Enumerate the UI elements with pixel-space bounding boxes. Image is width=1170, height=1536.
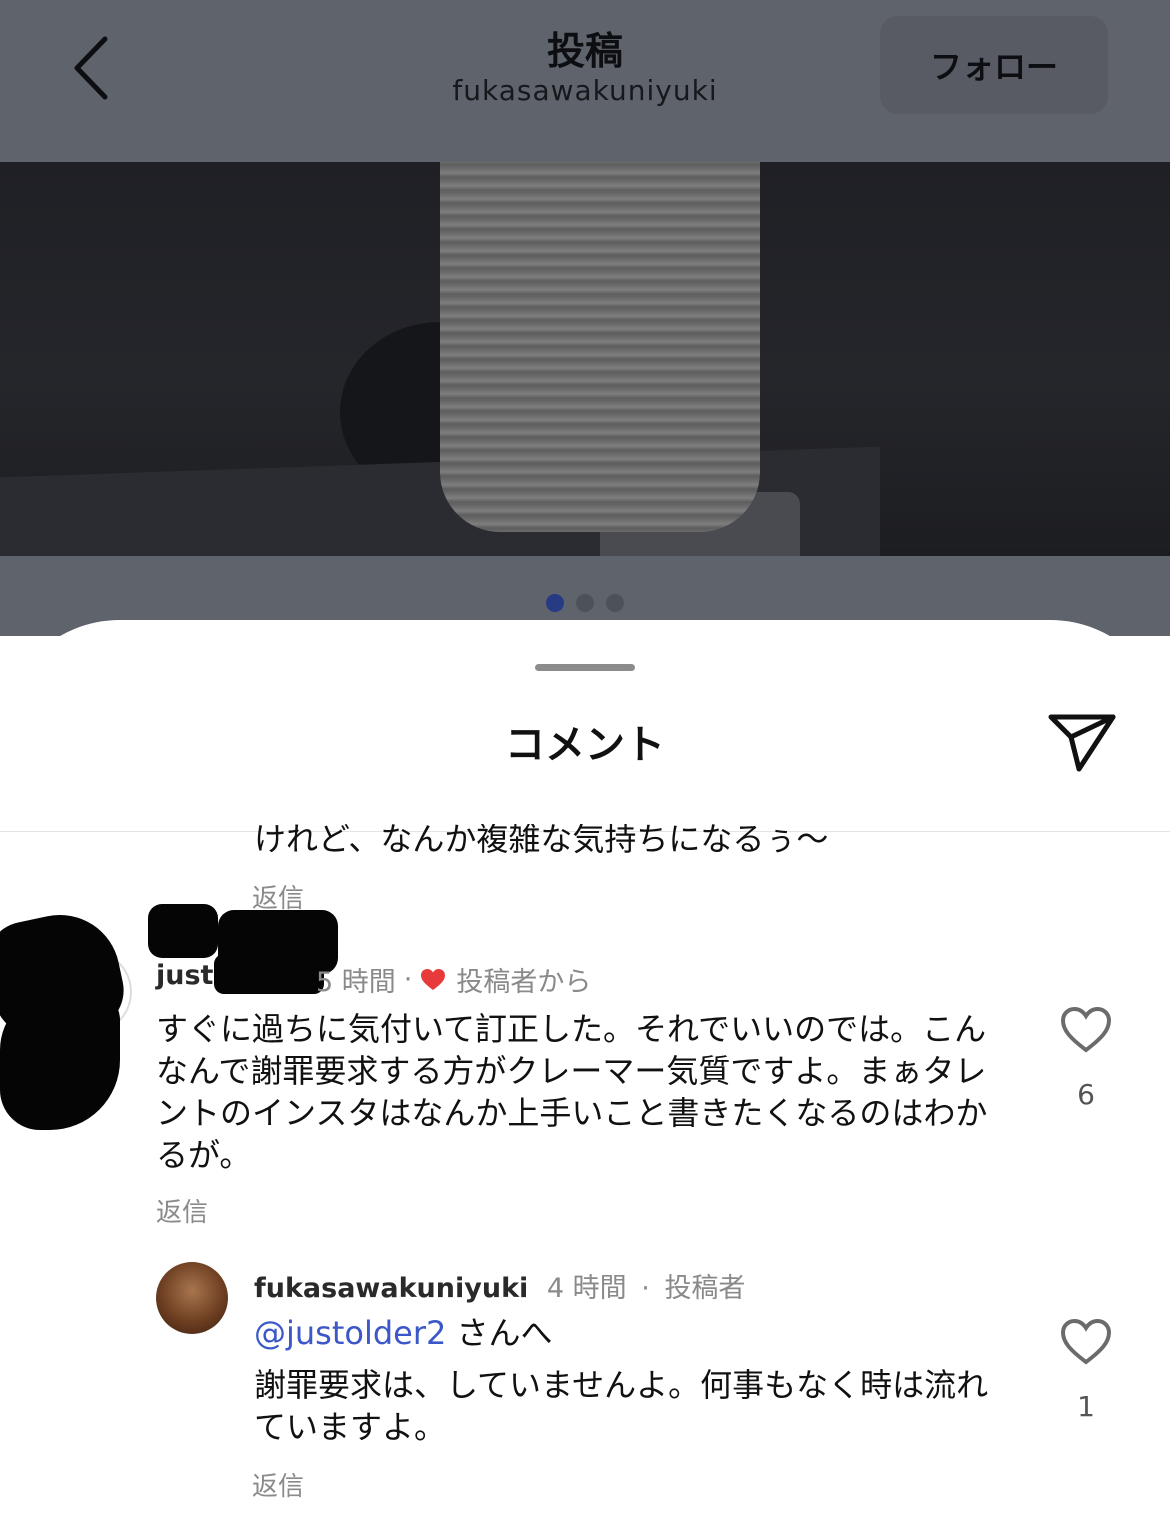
follow-button[interactable]: フォロー [880,16,1108,114]
comment-meta-right: 5 時間 · 投稿者から [316,960,591,999]
comment-meta: fukasawakuniyuki 4 時間 · 投稿者 [254,1266,745,1305]
carousel-dot [546,594,564,612]
sheet-grabber[interactable] [535,664,635,671]
post-header: 投稿 fukasawakuniyuki フォロー [0,0,1170,162]
heart-outline-icon [1060,1006,1112,1053]
like-count: 6 [1077,1078,1095,1111]
liked-by-author-label: 投稿者から [456,967,592,998]
like-button[interactable] [1056,1312,1116,1372]
sheet-title: コメント [505,722,665,768]
like-button[interactable] [1056,1000,1116,1060]
comment-username[interactable]: fukasawakuniyuki [254,1273,528,1304]
comment-text: すぐに過ちに気付いて訂正した。それでいいのでは。こんなんで謝罪要求する方がクレー… [156,1010,988,1174]
comment-mention-line: @justolder2 さんへ [254,1312,1014,1354]
like-count: 1 [1077,1390,1095,1423]
author-badge: 投稿者 [664,1273,746,1304]
comments-sheet: コメント けれど、なんか複雑な気持ちになるぅ〜 返信 justo 5 時間 · … [0,620,1170,1536]
heart-filled-icon [421,968,446,990]
avatar[interactable] [156,1262,228,1334]
paper-cup [440,162,760,532]
comment-text: けれど、なんか複雑な気持ちになるぅ〜 [254,824,829,858]
post-media[interactable] [0,162,1170,556]
send-icon [1048,714,1116,772]
mention-suffix: さんへ [446,1314,553,1352]
reply-button[interactable]: 返信 [156,1192,208,1229]
mention-link[interactable]: @justolder2 [254,1314,446,1352]
meta-separator: · [641,1273,650,1304]
carousel-dot [606,594,624,612]
carousel-dot [576,594,594,612]
comment-time: 5 時間 [316,967,396,998]
redaction-mark [214,954,324,994]
redaction-mark [148,904,218,958]
reply-button[interactable]: 返信 [252,1466,304,1503]
share-button[interactable] [1042,702,1122,782]
redaction-mark [0,990,120,1130]
meta-separator: · [403,964,413,995]
comment-text-partial: けれど、なんか複雑な気持ちになるぅ〜 [254,824,1114,862]
heart-outline-icon [1060,1318,1112,1365]
comment-text: 謝罪要求は、していませんよ。何事もなく時は流れていますよ。 [254,1366,989,1446]
comment-time: 4 時間 [546,1273,627,1304]
carousel-indicator [546,594,624,612]
